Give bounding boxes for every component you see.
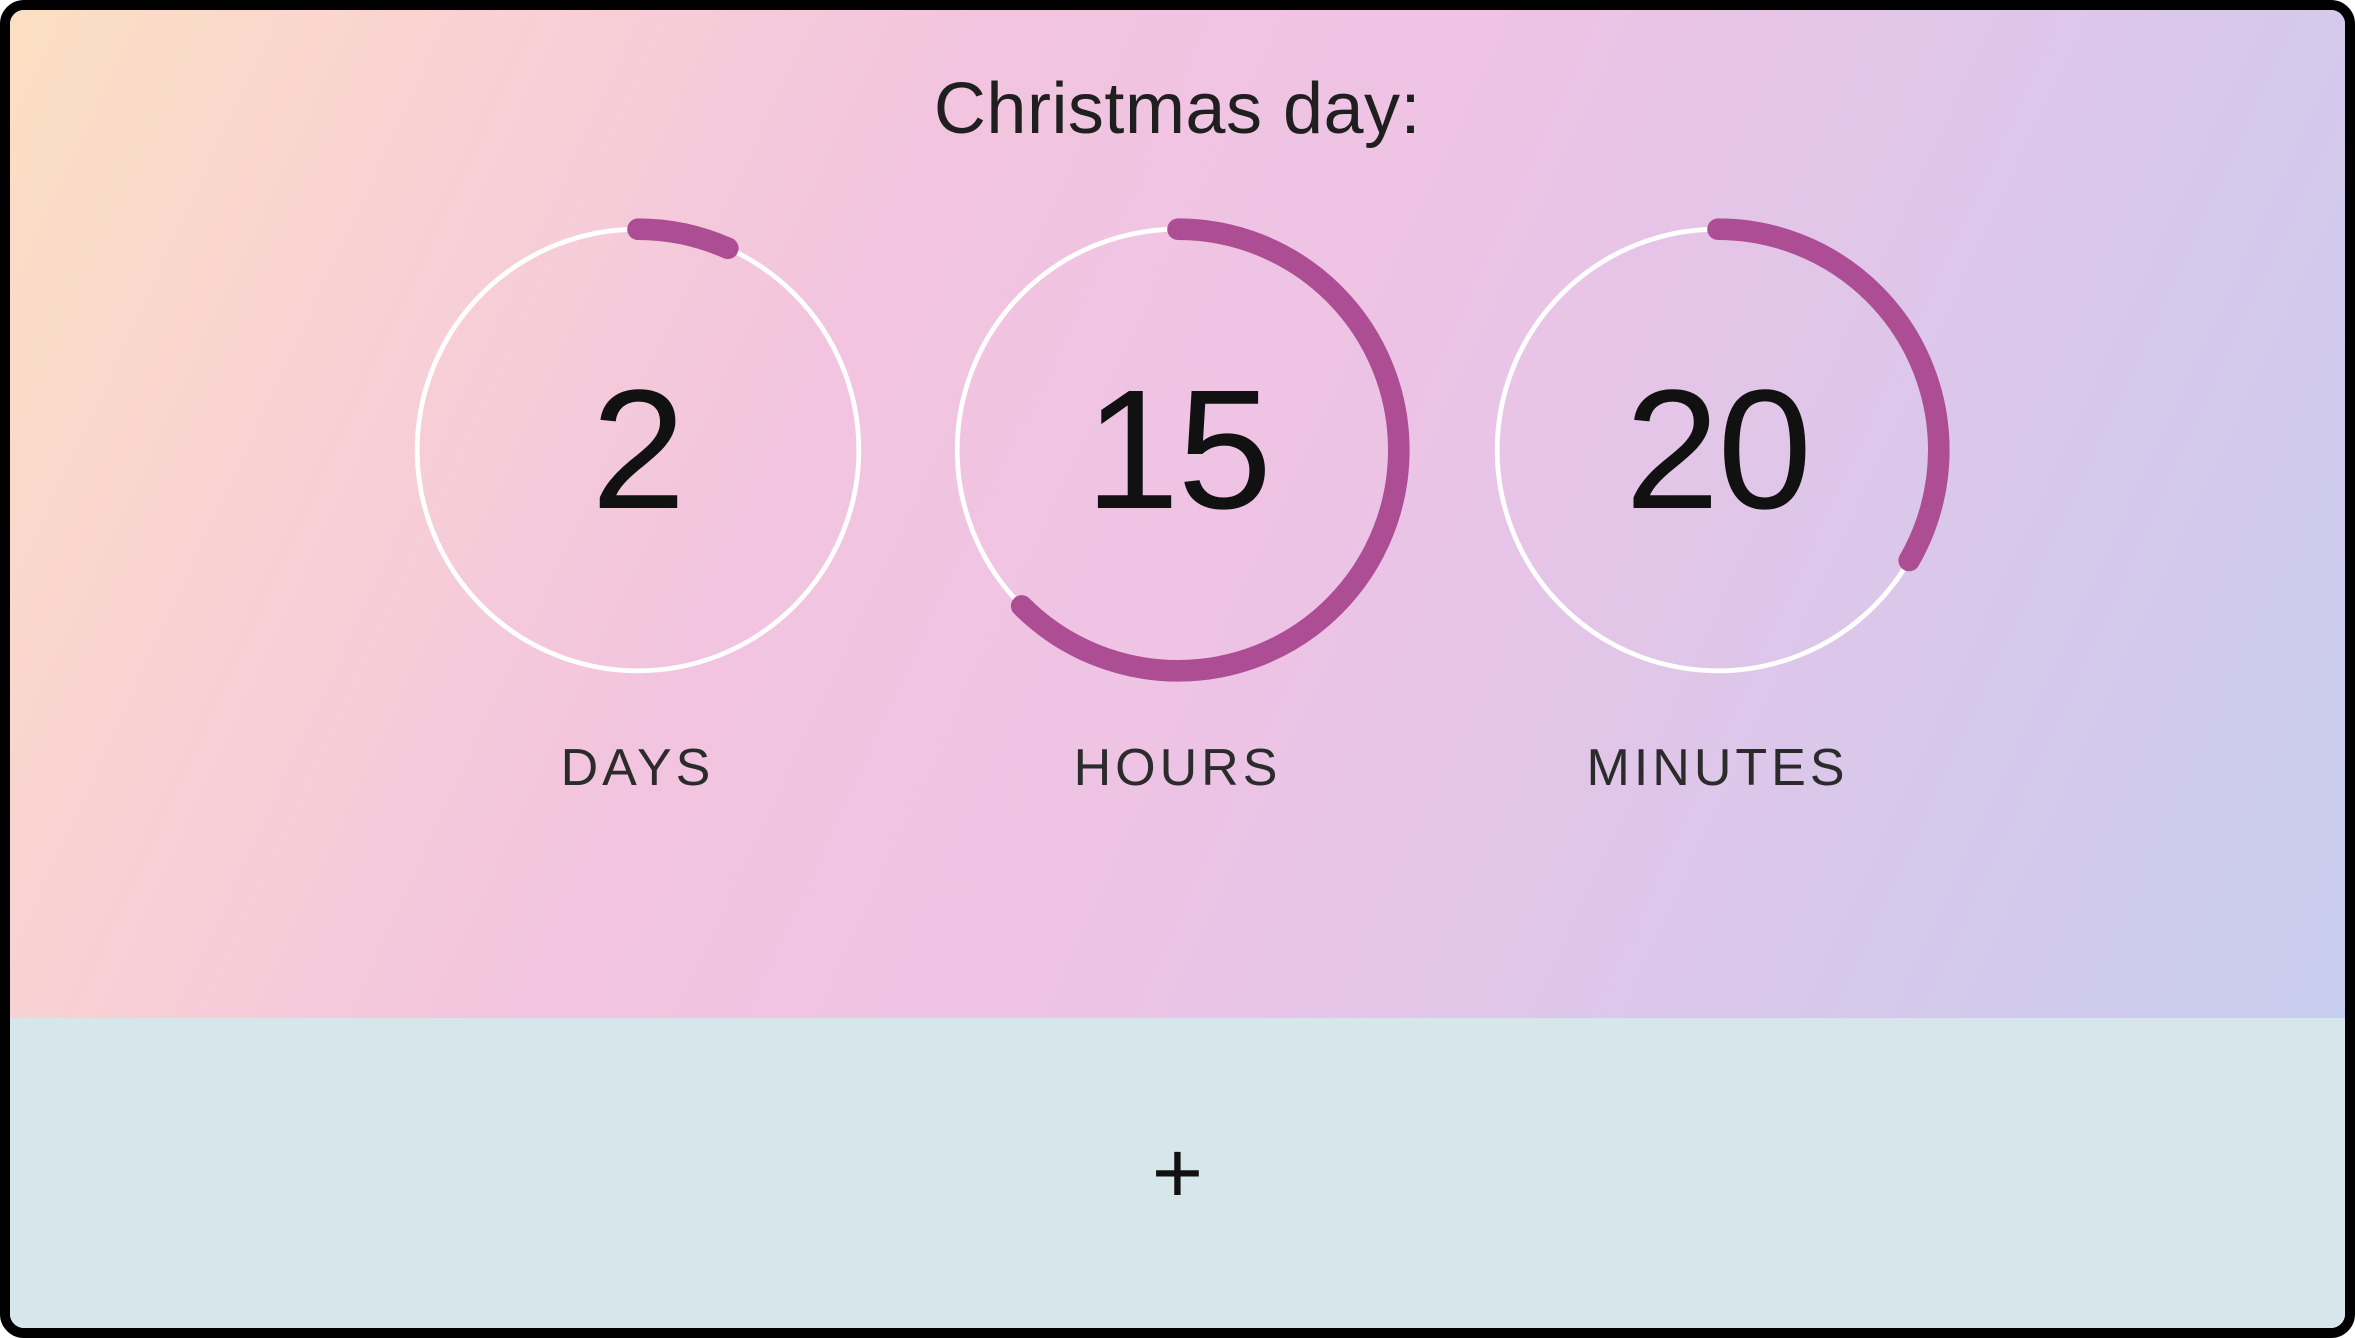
hours-label: HOURS bbox=[1074, 738, 1282, 798]
minutes-value: 20 bbox=[1478, 210, 1958, 690]
countdown-rings-row: 2 DAYS 15 HOURS bbox=[398, 210, 1958, 798]
hours-block: 15 HOURS bbox=[938, 210, 1418, 798]
days-label: DAYS bbox=[561, 738, 715, 798]
countdown-title: Christmas day: bbox=[934, 68, 1421, 150]
minutes-label: MINUTES bbox=[1587, 738, 1849, 798]
minutes-block: 20 MINUTES bbox=[1478, 210, 1958, 798]
hours-progress-ring: 15 bbox=[938, 210, 1418, 690]
days-value: 2 bbox=[398, 210, 878, 690]
plus-icon: + bbox=[1152, 1129, 1203, 1217]
countdown-panel: Christmas day: 2 DAYS bbox=[10, 10, 2345, 1018]
app-frame: Christmas day: 2 DAYS bbox=[0, 0, 2355, 1338]
days-progress-ring: 2 bbox=[398, 210, 878, 690]
add-countdown-button[interactable]: + bbox=[10, 1018, 2345, 1328]
hours-value: 15 bbox=[938, 210, 1418, 690]
days-block: 2 DAYS bbox=[398, 210, 878, 798]
minutes-progress-ring: 20 bbox=[1478, 210, 1958, 690]
